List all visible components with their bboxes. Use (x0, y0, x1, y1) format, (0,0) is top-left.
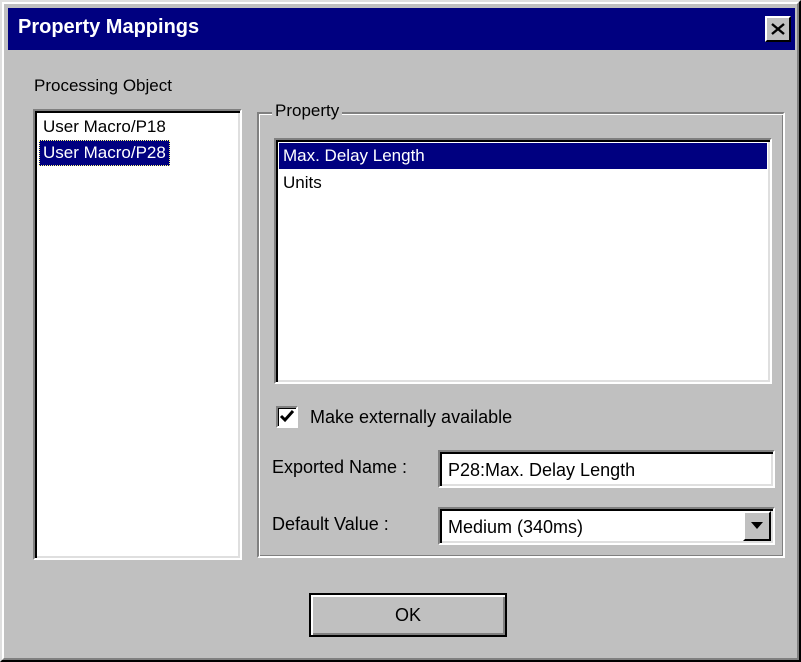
ok-button-label: OK (394, 604, 421, 625)
property-mappings-dialog: Property Mappings Processing Object User… (0, 0, 801, 662)
processing-object-label: Processing Object (34, 76, 172, 95)
list-item[interactable]: Max. Delay Length (279, 143, 767, 169)
property-list[interactable]: Max. Delay Length Units (274, 138, 772, 384)
exported-name-label: Exported Name : (272, 457, 408, 477)
default-value-selected: Medium (340ms) (448, 517, 584, 537)
close-button[interactable] (765, 16, 791, 42)
window-title: Property Mappings (18, 16, 200, 38)
list-item[interactable]: User Macro/P18 (39, 114, 170, 140)
dropdown-button[interactable] (743, 511, 771, 541)
list-item[interactable]: Units (279, 170, 326, 196)
dropdown-arrow-icon (751, 522, 763, 529)
make-externally-available-label[interactable]: Make externally available (310, 407, 512, 428)
exported-name-field[interactable]: P28:Max. Delay Length (438, 450, 775, 488)
list-item[interactable]: User Macro/P28 (39, 140, 170, 166)
default-value-label: Default Value : (272, 514, 389, 534)
property-group-label: Property (272, 101, 343, 121)
default-value-select[interactable]: Medium (340ms) (438, 507, 775, 545)
ok-button[interactable]: OK (309, 593, 507, 637)
checkmark-icon (279, 410, 295, 423)
make-externally-available-checkbox[interactable] (276, 406, 298, 428)
close-icon (771, 23, 785, 35)
title-bar[interactable]: Property Mappings (8, 8, 795, 50)
processing-object-list[interactable]: User Macro/P18 User Macro/P28 (33, 109, 242, 560)
